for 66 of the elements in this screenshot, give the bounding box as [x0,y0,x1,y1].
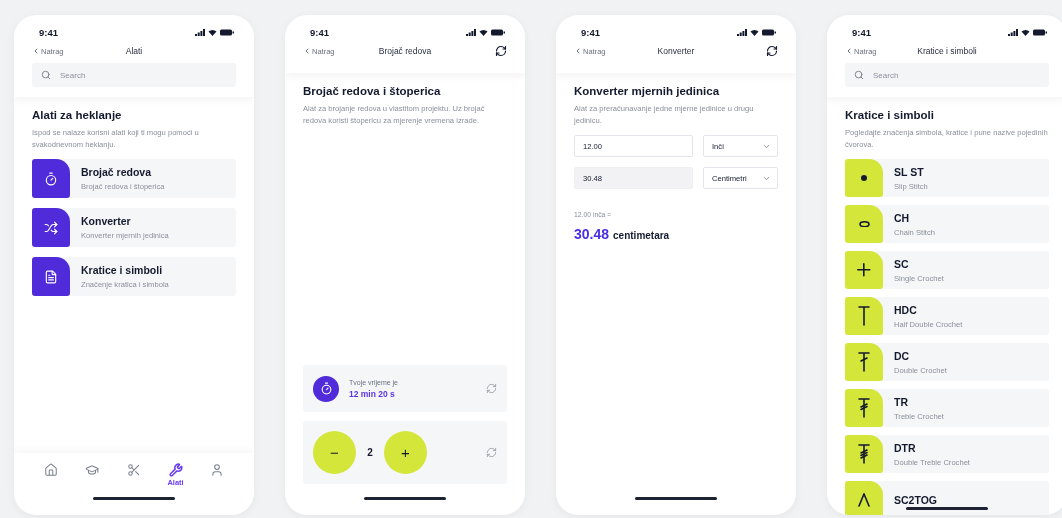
search-field[interactable]: Search [32,63,236,87]
search-field[interactable]: Search [845,63,1049,87]
crochet-symbol-icon [858,352,870,372]
symbol-abbreviation: DTR [894,441,917,454]
section-heading: Brojač redova i štoperica [303,85,442,97]
signal-icon [195,28,205,36]
back-chevron-icon [303,47,311,55]
search-icon [41,70,51,80]
battery-icon [1033,28,1047,36]
crochet-symbol-icon [858,398,870,418]
status-time: 9:41 [581,26,600,38]
section-heading: Alati za heklanje [32,109,123,121]
wifi-icon [479,28,488,36]
back-chevron-icon [574,47,582,55]
row-count: 2 [366,447,374,458]
result-value: 30.48 [574,226,610,242]
tool-title: Kratice i simboli [81,264,164,276]
tool-title: Brojač redova [81,166,153,178]
crochet-symbol-icon [858,493,870,507]
battery-icon [220,28,234,36]
decrement-button[interactable]: − [313,431,356,474]
refresh-button[interactable] [495,45,507,57]
stopwatch-icon [313,375,339,402]
status-time: 9:41 [852,26,871,38]
symbol-abbreviation: SC2TOG [894,494,937,506]
refresh-button[interactable] [766,45,778,57]
reset-button[interactable] [486,447,497,458]
screen-title: Alati [125,46,143,56]
signal-icon [1008,28,1018,36]
screen-title: Konverter [657,46,695,56]
symbol-abbreviation: CH [894,211,911,224]
result-unit: centimetara [613,230,670,241]
stopwatch-icon [44,171,58,186]
crochet-symbol-icon [858,444,870,464]
timer-value: 12 min 20 s [349,388,396,399]
symbol-abbreviation: DC [894,349,911,362]
symbol-abbreviation: TR [894,395,909,408]
crochet-symbol-icon [857,263,871,277]
wifi-icon [1021,28,1030,36]
increment-button[interactable]: + [384,431,427,474]
screen-title: Brojač redova [378,46,432,56]
section-heading: Kratice i simboli [845,109,935,121]
signal-icon [737,28,747,36]
wifi-icon [208,28,217,36]
signal-icon [466,28,476,36]
crochet-symbol-icon [858,220,870,228]
screen-title: Kratice i simboli [917,46,977,56]
wifi-icon [750,28,759,36]
shuffle-icon [44,220,58,235]
back-chevron-icon [845,47,853,55]
document-icon [44,269,58,284]
back-chevron-icon [32,47,40,55]
battery-icon [762,28,776,36]
tool-title: Konverter [81,215,132,227]
symbol-abbreviation: HDC [894,303,918,316]
reset-button[interactable] [486,383,497,394]
section-heading: Konverter mjernih jedinica [574,85,721,97]
battery-icon [491,28,505,36]
crochet-symbol-icon [861,175,867,181]
status-time: 9:41 [39,26,58,38]
search-icon [854,70,864,80]
crochet-symbol-icon [858,306,870,326]
status-time: 9:41 [310,26,329,38]
symbol-abbreviation: SC [894,257,910,270]
symbol-card[interactable]: SC2TOG [845,481,1049,515]
symbol-abbreviation: SL ST [894,165,925,178]
